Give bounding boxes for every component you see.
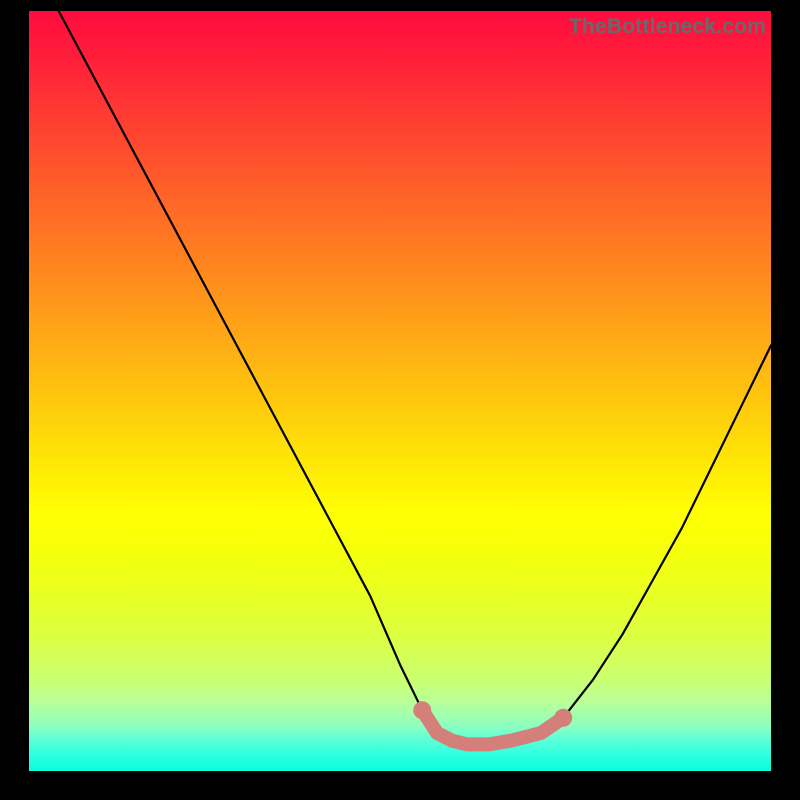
chart-svg — [29, 11, 771, 771]
chart-frame: TheBottleneck.com — [0, 0, 800, 800]
curve-line — [59, 11, 771, 744]
optimum-band — [413, 701, 572, 744]
